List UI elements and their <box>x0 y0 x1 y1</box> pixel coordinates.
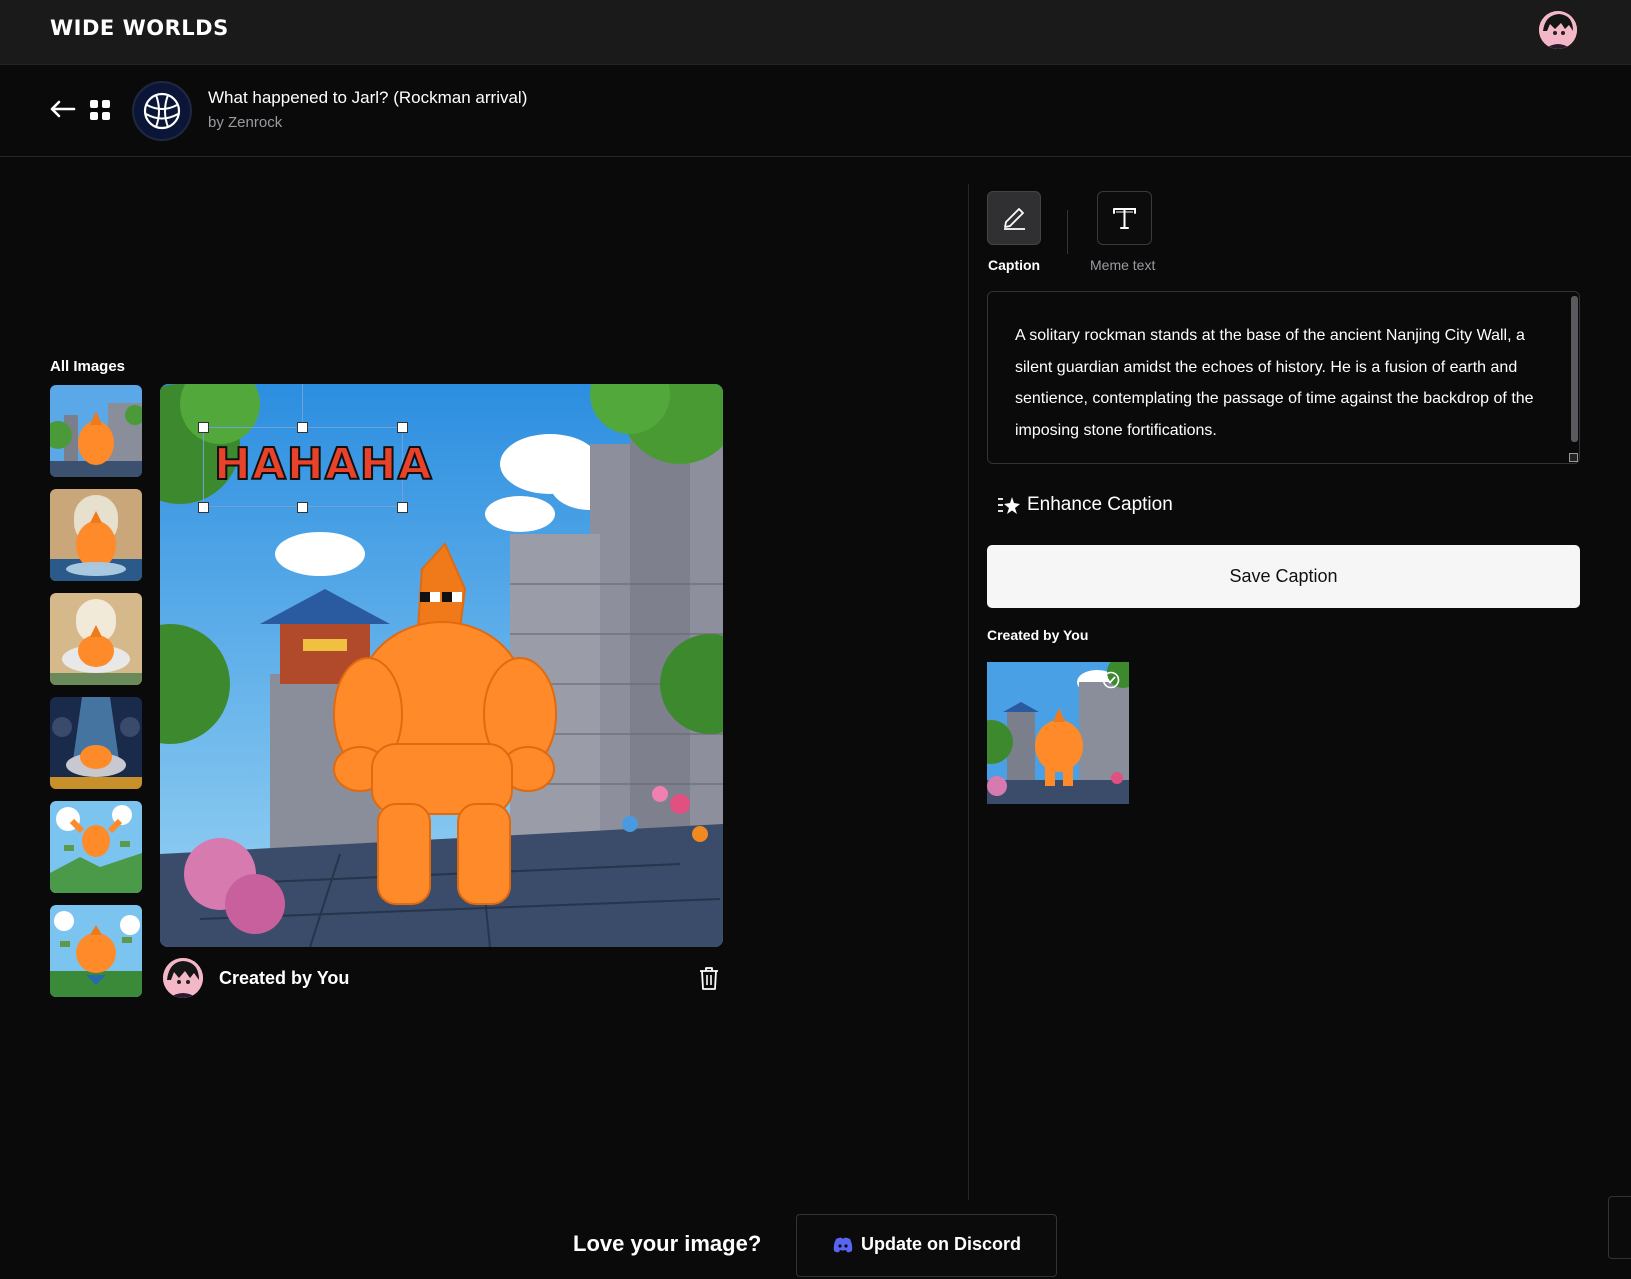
footer-bar: Love your image? Update on Discord <box>0 1200 1631 1279</box>
update-on-discord-label: Update on Discord <box>861 1234 1022 1254</box>
caption-tool-label: Caption <box>988 257 1041 273</box>
image-thumbnail[interactable] <box>50 593 142 685</box>
side-drawer-tab[interactable] <box>1608 1196 1631 1259</box>
update-on-discord-button[interactable]: Update on Discord <box>796 1214 1057 1277</box>
arrow-left-icon[interactable] <box>48 95 76 123</box>
tool-separator <box>1067 210 1068 254</box>
selection-guide <box>302 384 303 427</box>
creator-row: Created by You <box>163 956 723 1000</box>
top-bar: WIDE WORLDS <box>0 0 1631 65</box>
image-thumbnail[interactable] <box>50 905 142 997</box>
save-caption-button[interactable]: Save Caption <box>987 545 1580 608</box>
creator-avatar <box>163 958 203 998</box>
image-thumbnail[interactable] <box>50 697 142 789</box>
creator-name: Created by You <box>219 968 350 988</box>
caption-scrollbar[interactable] <box>1571 296 1578 442</box>
text-icon <box>1113 208 1136 229</box>
resize-handle[interactable] <box>297 422 308 433</box>
resize-grip-icon[interactable] <box>1569 453 1578 462</box>
created-by-you-heading: Created by You <box>987 627 1089 643</box>
meme-text-tool-label: Meme text <box>1090 257 1156 273</box>
grid-icon[interactable] <box>89 99 111 121</box>
caption-tool-button[interactable] <box>987 191 1041 245</box>
pencil-icon <box>1004 208 1025 230</box>
image-thumbnail[interactable] <box>50 385 142 477</box>
caption-text[interactable]: A solitary rockman stands at the base of… <box>1015 320 1545 446</box>
resize-handle[interactable] <box>297 502 308 513</box>
user-avatar[interactable] <box>1539 11 1577 49</box>
world-author[interactable]: by Zenrock <box>208 114 282 131</box>
resize-handle[interactable] <box>397 502 408 513</box>
image-thumbnail[interactable] <box>50 489 142 581</box>
trash-icon[interactable] <box>696 965 722 991</box>
resize-handle[interactable] <box>397 422 408 433</box>
resize-handle[interactable] <box>198 502 209 513</box>
world-title: What happened to Jarl? (Rockman arrival) <box>208 88 528 107</box>
love-your-image-prompt: Love your image? <box>573 1231 762 1256</box>
discord-icon <box>833 1237 853 1253</box>
check-circle-icon <box>1102 671 1120 689</box>
caption-textarea[interactable]: A solitary rockman stands at the base of… <box>987 291 1580 464</box>
image-thumbnail-list <box>50 385 142 1009</box>
panel-divider <box>968 184 969 1200</box>
world-logo[interactable] <box>132 81 192 141</box>
enhance-caption-label: Enhance Caption <box>1027 494 1173 515</box>
meme-text-tool-button[interactable] <box>1097 191 1152 245</box>
meme-text[interactable]: HAHAHA <box>213 438 433 492</box>
all-images-heading: All Images <box>50 358 126 375</box>
resize-handle[interactable] <box>198 422 209 433</box>
world-header: What happened to Jarl? (Rockman arrival)… <box>0 65 1631 157</box>
app-logo[interactable]: WIDE WORLDS <box>50 16 229 40</box>
image-thumbnail[interactable] <box>50 801 142 893</box>
sparkle-list-icon <box>997 495 1021 515</box>
